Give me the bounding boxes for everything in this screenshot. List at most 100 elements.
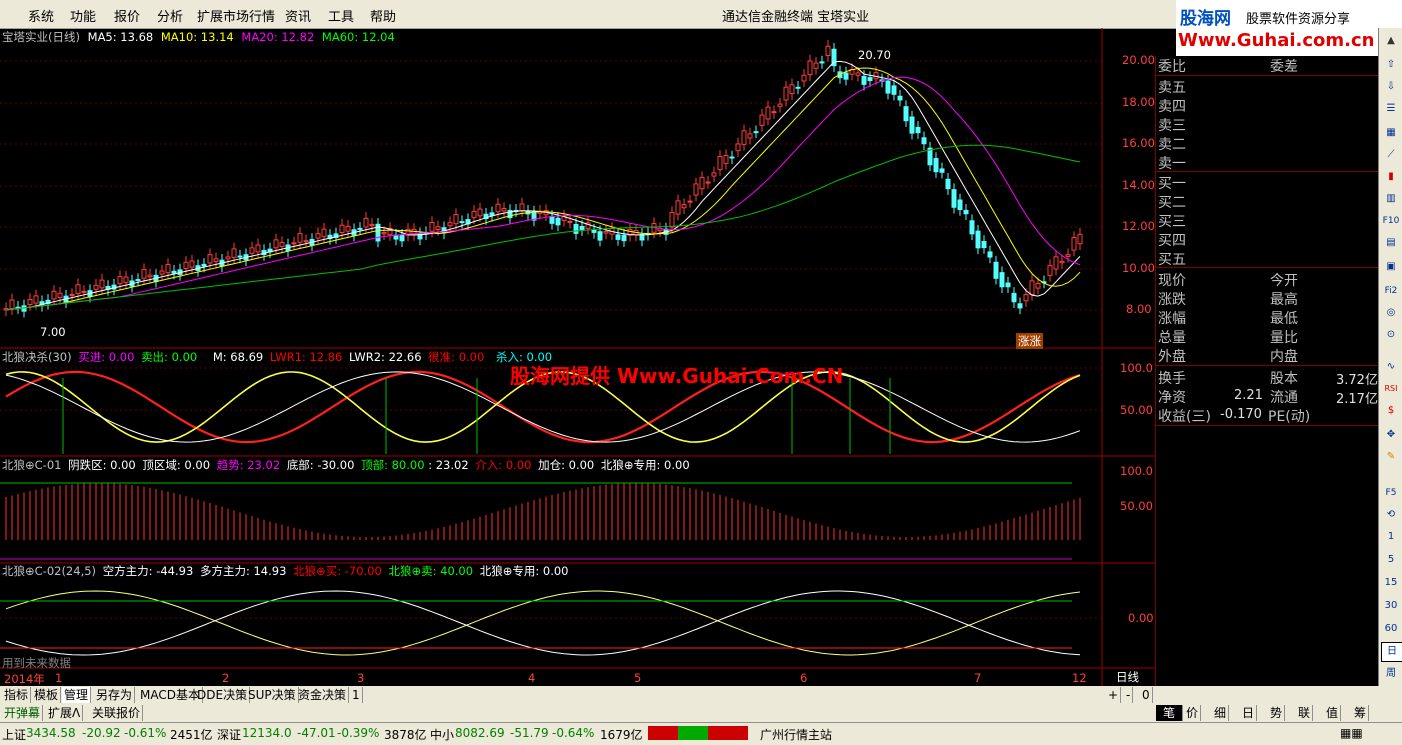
tab-template[interactable]: 模板 [32, 687, 62, 703]
list-icon[interactable]: ☰ [1381, 100, 1401, 118]
dollar-icon[interactable]: $ [1381, 402, 1401, 420]
menu-extended-market[interactable]: 扩展市场行情 [197, 6, 275, 25]
tab-trend[interactable]: 势 [1268, 705, 1286, 721]
period-day[interactable]: 日 [1381, 642, 1402, 662]
period-15min[interactable]: 15 [1381, 574, 1401, 592]
tab-indicator[interactable]: 指标 [2, 687, 32, 703]
panel3-y-tick: 50.00 [1120, 499, 1153, 513]
tab-manage[interactable]: 管理 [62, 687, 92, 703]
rsi-button[interactable]: RSI [1381, 380, 1401, 398]
panel3-item: 趋势: 23.02 [216, 458, 281, 472]
menu-help[interactable]: 帮助 [370, 6, 396, 25]
candle-body [1011, 292, 1017, 303]
tab-dde[interactable]: DDE决策 [195, 687, 251, 703]
arrow-up-icon[interactable]: ⇧ [1381, 56, 1401, 74]
candle-body [93, 284, 99, 290]
fi2-button[interactable]: Fi2 [1381, 282, 1401, 300]
candle-body [231, 248, 237, 258]
x-label: 1 [55, 671, 63, 685]
period-30min[interactable]: 30 [1381, 597, 1401, 615]
tab-macd[interactable]: MACD基本 [138, 687, 203, 703]
chart-area[interactable]: 宝塔实业(日线) MA5: 13.68 MA10: 13.14 MA20: 12… [0, 28, 1155, 686]
tab-save-as[interactable]: 另存为 [94, 687, 136, 703]
candle-body [945, 178, 951, 190]
period-week[interactable]: 周 [1381, 665, 1401, 683]
chart-icon[interactable]: ▤ [1381, 234, 1401, 252]
bar-chart-icon[interactable]: ▥ [1381, 190, 1401, 208]
panel3-item: 顶部: 80.00 [361, 458, 425, 472]
zoom-in-button[interactable]: + [1106, 687, 1122, 703]
tab-fund[interactable]: 资金决策 [296, 687, 350, 703]
arrow-down-icon[interactable]: ⇩ [1381, 78, 1401, 96]
tool-icon[interactable]: ◎ [1381, 304, 1401, 322]
sme-index-change: -51.79 [510, 726, 549, 740]
menu-system[interactable]: 系统 [28, 6, 54, 25]
brand-url: Www.Guhai.com.cn [1178, 30, 1375, 51]
period-label[interactable]: 日线 [1116, 669, 1139, 685]
candle-body [807, 60, 813, 76]
zoom-out-button[interactable]: - [1124, 687, 1134, 703]
pencil-icon[interactable]: ✎ [1381, 448, 1401, 466]
line-chart-icon[interactable]: ⟋ [1381, 146, 1401, 164]
candle-body [279, 242, 285, 247]
ma20-label: MA20: 12.82 [241, 30, 315, 44]
scroll-up-icon[interactable]: ▲ [1381, 32, 1401, 50]
menu-analysis[interactable]: 分析 [157, 6, 183, 25]
tab-1[interactable]: 1 [350, 687, 363, 703]
target-icon[interactable]: ⊙ [1381, 326, 1401, 344]
related-quote-toggle[interactable]: 关联报价 [90, 705, 144, 721]
tab-value[interactable]: 值 [1324, 705, 1342, 721]
candle-body [1029, 280, 1035, 295]
tab-detail[interactable]: 细 [1212, 705, 1230, 721]
candle-body [1053, 256, 1059, 270]
table-icon[interactable]: ▦ [1381, 124, 1401, 142]
period-60min[interactable]: 60 [1381, 620, 1401, 638]
bid-3: 买三 [1158, 214, 1186, 230]
refresh-icon[interactable]: ⟲ [1381, 506, 1401, 524]
pe-label: PE(动) [1268, 409, 1311, 425]
candle-body [27, 298, 33, 305]
news-icon[interactable]: ▣ [1381, 258, 1401, 276]
panel3-item: 阴跌区: 0.00 [68, 458, 136, 472]
candle-body [741, 130, 747, 145]
candle-body [255, 244, 261, 253]
candle-body [993, 261, 999, 279]
server-station[interactable]: 广州行情主站 [760, 726, 832, 743]
tab-tick[interactable]: 笔 [1156, 705, 1183, 721]
menu-tools[interactable]: 工具 [328, 6, 354, 25]
move-icon[interactable]: ✥ [1381, 426, 1401, 444]
panel3-title: 北狼⊕C-01 [2, 458, 62, 472]
period-1min[interactable]: 1 [1381, 528, 1401, 546]
candle-body [363, 217, 369, 228]
candle-body [1065, 254, 1071, 257]
zoom-reset-button[interactable]: 0 [1140, 687, 1153, 703]
f10-button[interactable]: F10 [1381, 212, 1401, 230]
ask-1: 卖一 [1158, 156, 1186, 172]
sz-index-name: 深证 [217, 728, 242, 742]
wave-icon[interactable]: ∿ [1381, 358, 1401, 376]
menu-quote[interactable]: 报价 [114, 6, 140, 25]
tab-day[interactable]: 日 [1240, 705, 1258, 721]
menu-function[interactable]: 功能 [70, 6, 96, 25]
tab-link[interactable]: 联 [1296, 705, 1314, 721]
candle-body [729, 156, 735, 159]
net-assets-value: 2.21 [1234, 388, 1263, 403]
tab-sup[interactable]: SUP决策 [246, 687, 299, 703]
candle-body [1047, 265, 1053, 276]
menu-news[interactable]: 资讯 [285, 6, 311, 25]
period-5min[interactable]: 5 [1381, 551, 1401, 569]
candle-body [519, 203, 525, 212]
panel4-item: 空方主力: -44.93 [102, 564, 194, 578]
f5-button[interactable]: F5 [1381, 484, 1401, 502]
candle-body [819, 61, 825, 64]
barrage-toggle[interactable]: 开弹幕 [2, 705, 44, 721]
candle-body [975, 230, 981, 249]
inner-volume-label: 内盘 [1270, 349, 1298, 365]
candle-body [699, 177, 705, 190]
extend-toggle[interactable]: 扩展Λ [46, 705, 84, 721]
tab-price[interactable]: 价 [1184, 705, 1202, 721]
tab-chips[interactable]: 筹 [1352, 705, 1370, 721]
kline-icon[interactable]: ▮ [1381, 168, 1401, 186]
candle-body [573, 223, 579, 234]
panel3-item: : 23.02 [428, 458, 469, 472]
